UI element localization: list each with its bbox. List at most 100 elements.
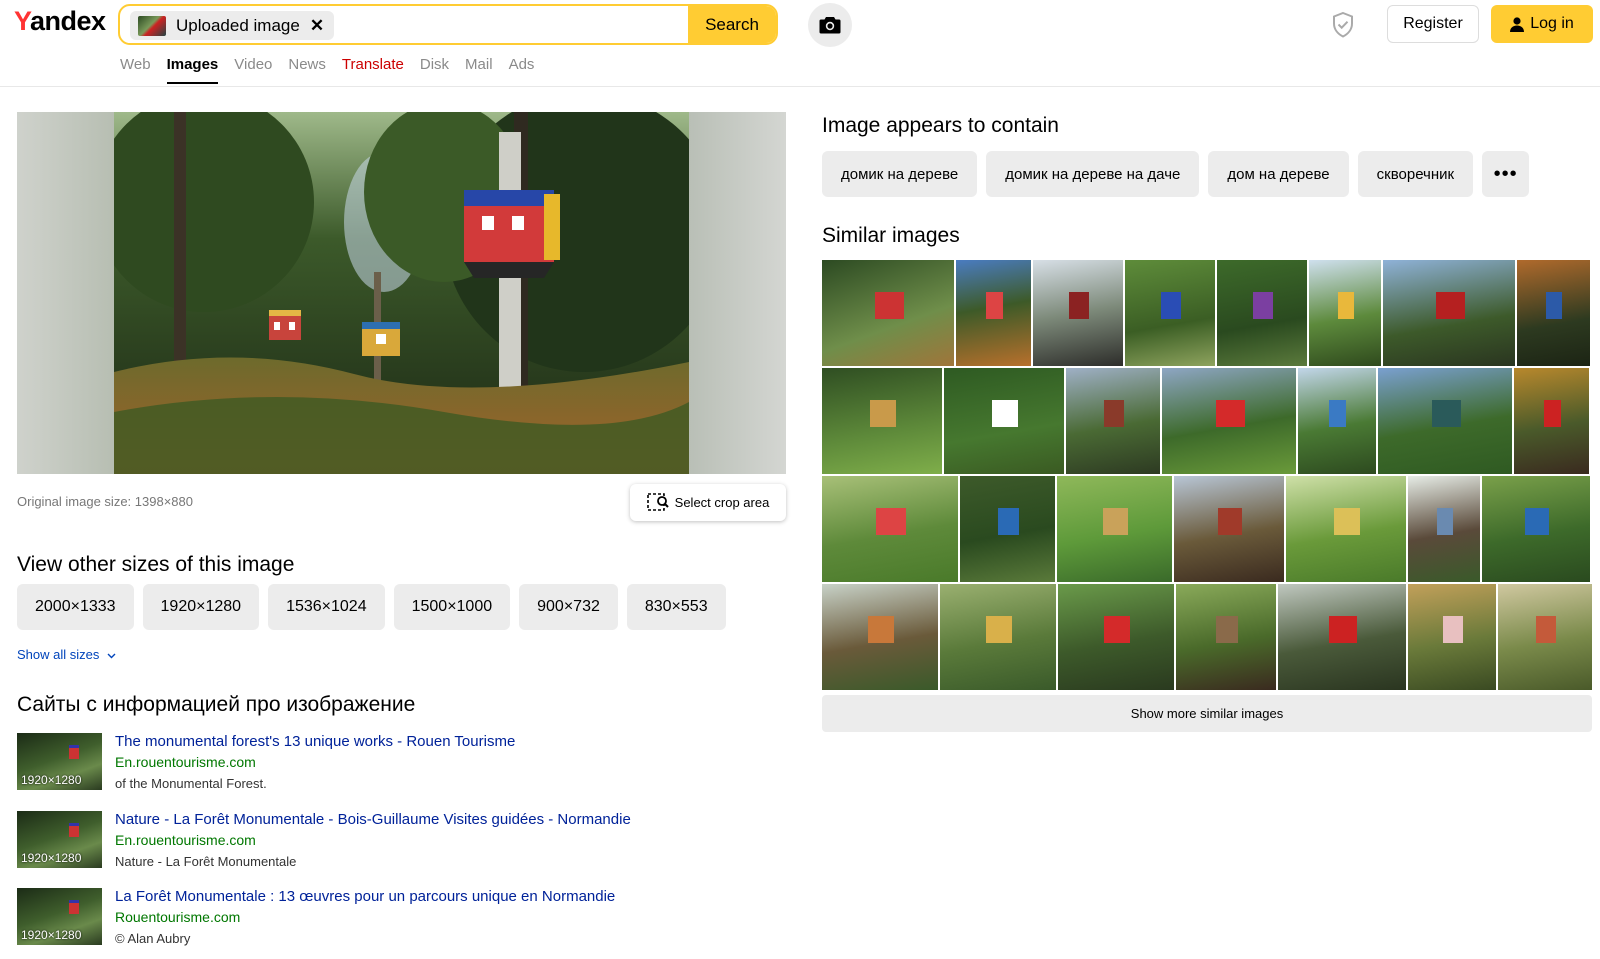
search-box[interactable]: Uploaded image ✕ Search [118, 4, 778, 45]
similar-image[interactable] [1058, 584, 1174, 690]
similar-image[interactable] [1517, 260, 1590, 366]
login-button[interactable]: Log in [1491, 5, 1593, 43]
uploaded-image-chip[interactable]: Uploaded image ✕ [130, 11, 335, 40]
similar-image[interactable] [1176, 584, 1276, 690]
site-snippet: of the Monumental Forest. [115, 776, 267, 791]
size-button[interactable]: 900×732 [519, 584, 618, 630]
similar-image[interactable] [1383, 260, 1515, 366]
similar-image[interactable] [1298, 368, 1376, 474]
similar-image[interactable] [822, 368, 942, 474]
select-crop-area-button[interactable]: Select crop area [630, 484, 786, 521]
similar-image[interactable] [1217, 260, 1307, 366]
similar-images-grid [822, 260, 1592, 692]
similar-image[interactable] [822, 260, 954, 366]
crop-label: Select crop area [674, 495, 770, 510]
object-tags: домик на дереве домик на дереве на даче … [822, 151, 1530, 197]
similar-image[interactable] [1309, 260, 1381, 366]
tab-news[interactable]: News [288, 56, 326, 84]
site-snippet: Nature - La Forêt Monumentale [115, 854, 297, 869]
show-more-similar-button[interactable]: Show more similar images [822, 695, 1592, 732]
similar-image[interactable] [1482, 476, 1590, 582]
contains-heading: Image appears to contain [822, 114, 1059, 137]
similar-image[interactable] [1033, 260, 1123, 366]
similar-image[interactable] [1286, 476, 1406, 582]
crop-search-icon [646, 492, 669, 511]
site-title-link[interactable]: The monumental forest's 13 unique works … [115, 733, 515, 750]
size-button[interactable]: 1500×1000 [393, 584, 511, 630]
other-sizes-heading: View other sizes of this image [17, 553, 295, 576]
size-buttons: 2000×1333 1920×1280 1536×1024 1500×1000 … [17, 584, 726, 630]
tab-web[interactable]: Web [120, 56, 151, 84]
grid-row [822, 476, 1592, 582]
uploaded-image-label: Uploaded image [176, 15, 300, 35]
register-button[interactable]: Register [1387, 5, 1479, 43]
similar-image[interactable] [940, 584, 1056, 690]
site-thumb-size: 1920×1280 [21, 928, 82, 942]
tab-ads[interactable]: Ads [509, 56, 535, 84]
search-button[interactable]: Search [688, 6, 776, 43]
more-tags-button[interactable]: ••• [1482, 151, 1530, 197]
camera-search-button[interactable] [808, 3, 852, 47]
show-all-sizes-link[interactable]: Show all sizes [17, 647, 116, 662]
tab-video[interactable]: Video [234, 56, 272, 84]
similar-image[interactable] [1174, 476, 1284, 582]
similar-image[interactable] [960, 476, 1055, 582]
uploaded-photo [114, 112, 689, 474]
site-result: 1920×1280 Nature - La Forêt Monumentale … [17, 811, 717, 871]
tab-disk[interactable]: Disk [420, 56, 449, 84]
site-thumb-size: 1920×1280 [21, 851, 82, 865]
original-image-size: Original image size: 1398×880 [17, 494, 193, 509]
site-snippet: © Alan Aubry [115, 931, 191, 946]
site-title-link[interactable]: La Forêt Monumentale : 13 œuvres pour un… [115, 888, 615, 905]
yandex-logo[interactable]: Yandex [14, 6, 106, 37]
site-result: 1920×1280 The monumental forest's 13 uni… [17, 733, 717, 793]
similar-image[interactable] [1378, 368, 1512, 474]
similar-image[interactable] [1408, 476, 1480, 582]
site-thumbnail[interactable]: 1920×1280 [17, 888, 102, 945]
header-divider [0, 86, 1600, 87]
site-thumbnail[interactable]: 1920×1280 [17, 811, 102, 868]
similar-image[interactable] [822, 476, 958, 582]
image-viewer[interactable] [17, 112, 786, 474]
object-tag[interactable]: дом на дереве [1208, 151, 1349, 197]
object-tag[interactable]: домик на дереве на даче [986, 151, 1200, 197]
similar-image[interactable] [956, 260, 1031, 366]
tab-mail[interactable]: Mail [465, 56, 493, 84]
camera-icon [819, 17, 841, 34]
blurred-background-left [17, 112, 114, 474]
size-button[interactable]: 1920×1280 [142, 584, 260, 630]
sites-heading: Сайты с информацией про изображение [17, 693, 416, 716]
object-tag[interactable]: домик на дереве [822, 151, 978, 197]
shield-icon[interactable] [1332, 11, 1354, 43]
show-all-sizes-label: Show all sizes [17, 647, 100, 662]
site-title-link[interactable]: Nature - La Forêt Monumentale - Bois-Gui… [115, 811, 631, 828]
user-icon [1510, 16, 1525, 32]
similar-image[interactable] [822, 584, 938, 690]
grid-row [822, 584, 1592, 690]
site-domain-link[interactable]: En.rouentourisme.com [115, 754, 256, 770]
object-tag[interactable]: скворечник [1357, 151, 1474, 197]
similar-image[interactable] [944, 368, 1064, 474]
similar-image[interactable] [1162, 368, 1296, 474]
similar-image[interactable] [1514, 368, 1589, 474]
tab-translate[interactable]: Translate [342, 56, 404, 84]
site-domain-link[interactable]: En.rouentourisme.com [115, 832, 256, 848]
tab-images[interactable]: Images [166, 56, 219, 84]
chevron-down-icon [107, 653, 116, 659]
similar-image[interactable] [1057, 476, 1172, 582]
size-button[interactable]: 2000×1333 [17, 584, 134, 630]
similar-image[interactable] [1408, 584, 1496, 690]
grid-row [822, 260, 1592, 366]
site-thumb-size: 1920×1280 [21, 773, 82, 787]
similar-image[interactable] [1498, 584, 1592, 690]
uploaded-image-thumbnail [138, 15, 166, 36]
similar-image[interactable] [1278, 584, 1406, 690]
similar-images-heading: Similar images [822, 224, 960, 247]
size-button[interactable]: 830×553 [626, 584, 726, 630]
similar-image[interactable] [1066, 368, 1160, 474]
size-button[interactable]: 1536×1024 [268, 584, 385, 630]
remove-image-icon[interactable]: ✕ [310, 16, 324, 36]
site-thumbnail[interactable]: 1920×1280 [17, 733, 102, 790]
similar-image[interactable] [1125, 260, 1215, 366]
site-domain-link[interactable]: Rouentourisme.com [115, 909, 240, 925]
